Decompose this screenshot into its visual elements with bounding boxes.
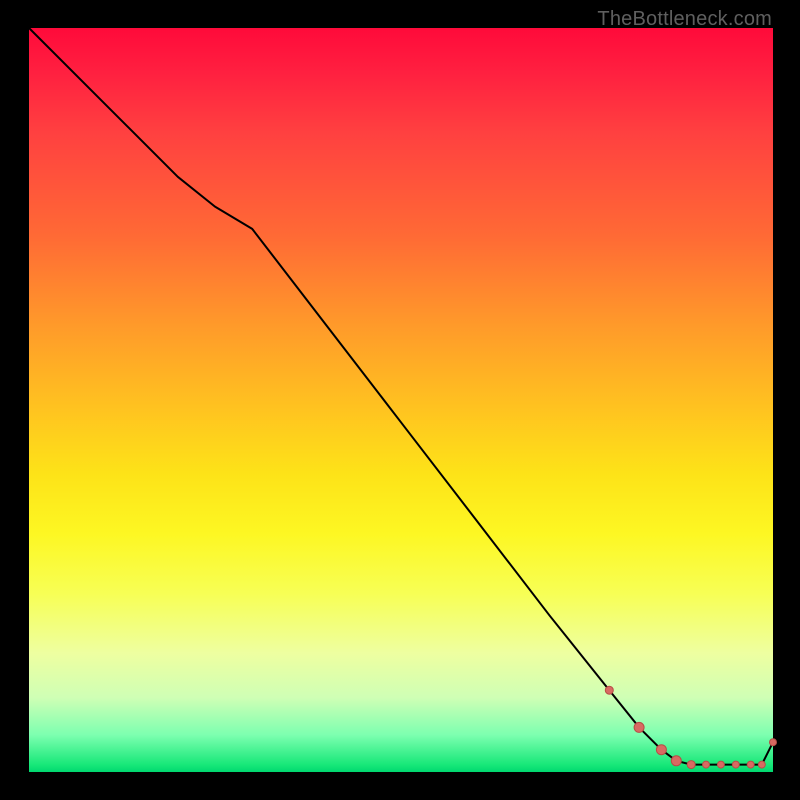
data-point <box>758 761 765 768</box>
data-point <box>717 761 724 768</box>
data-points <box>605 686 776 768</box>
data-point <box>687 761 695 769</box>
data-point <box>747 761 754 768</box>
data-point <box>656 745 666 755</box>
bottleneck-curve <box>29 28 773 765</box>
data-point <box>770 739 777 746</box>
data-point <box>732 761 739 768</box>
chart-svg <box>29 28 773 772</box>
data-point <box>703 761 710 768</box>
data-point <box>671 756 681 766</box>
data-point <box>634 722 644 732</box>
data-point <box>605 686 613 694</box>
chart-container: TheBottleneck.com <box>0 0 800 800</box>
